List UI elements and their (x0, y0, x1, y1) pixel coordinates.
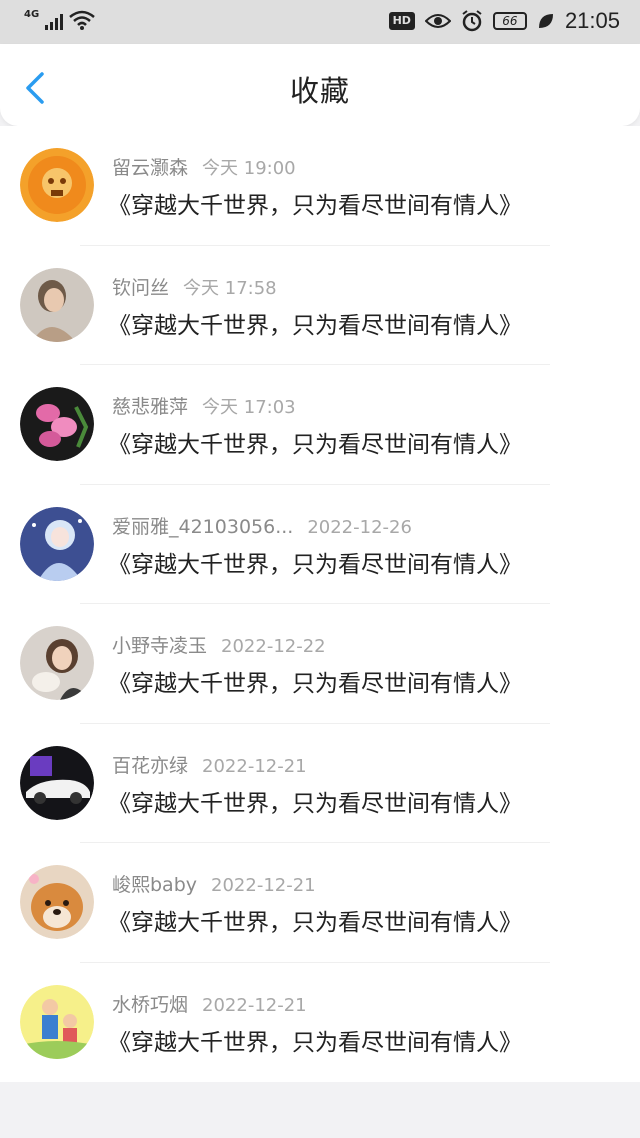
nav-header: 收藏 (0, 44, 640, 126)
wifi-icon (69, 10, 95, 30)
item-title: 《穿越大千世界，只为看尽世间有情人》 (108, 312, 522, 339)
list-item[interactable]: 峻熙baby 2022-12-21 《穿越大千世界，只为看尽世间有情人》 (0, 843, 640, 963)
item-date: 今天 17:58 (183, 277, 277, 299)
item-title: 《穿越大千世界，只为看尽世间有情人》 (108, 671, 522, 697)
network-type: 4G (24, 9, 40, 20)
author-name: 钦问丝 (112, 276, 170, 299)
author-name: 水桥巧烟 (112, 993, 189, 1016)
list-item[interactable]: 钦问丝 今天 17:58 《穿越大千世界，只为看尽世间有情人》 (0, 246, 640, 365)
alarm-icon (462, 10, 482, 32)
item-title: 《穿越大千世界，只为看尽世间有情人》 (108, 432, 522, 458)
author-name: 留云灏森 (112, 157, 189, 179)
item-meta: 爱丽雅_42103056... 2022-12-26 (112, 512, 412, 539)
signal-icon (45, 12, 64, 30)
avatar[interactable] (20, 984, 94, 1059)
list-item[interactable]: 小野寺凌玉 2022-12-22 《穿越大千世界，只为看尽世间有情人》 (0, 604, 640, 724)
item-meta: 百花亦绿 2022-12-21 (112, 751, 307, 778)
item-date: 今天 17:03 (202, 397, 296, 418)
item-date: 2022-12-26 (307, 516, 412, 538)
avatar[interactable] (20, 745, 94, 820)
item-meta: 小野寺凌玉 2022-12-22 (112, 631, 326, 658)
item-meta: 水桥巧烟 2022-12-21 (112, 990, 307, 1017)
list-item[interactable]: 水桥巧烟 2022-12-21 《穿越大千世界，只为看尽世间有情人》 (0, 963, 640, 1083)
item-date: 2022-12-21 (211, 875, 316, 896)
status-left: 4G (24, 10, 95, 30)
item-date: 2022-12-21 (202, 755, 307, 777)
author-name: 百花亦绿 (112, 754, 189, 777)
item-title: 《穿越大千世界，只为看尽世间有情人》 (108, 551, 522, 578)
avatar[interactable] (20, 148, 94, 222)
author-name: 小野寺凌玉 (112, 635, 208, 657)
item-meta: 峻熙baby 2022-12-21 (112, 870, 316, 897)
clock: 21:05 (564, 8, 620, 33)
item-title: 《穿越大千世界，只为看尽世间有情人》 (108, 790, 522, 817)
avatar[interactable] (20, 865, 94, 939)
avatar[interactable] (20, 626, 94, 700)
page-title: 收藏 (289, 74, 350, 108)
list-item[interactable]: 百花亦绿 2022-12-21 《穿越大千世界，只为看尽世间有情人》 (0, 724, 640, 843)
status-right: HD 66 21:05 (388, 8, 620, 34)
item-meta: 慈悲雅萍 今天 17:03 (112, 392, 296, 419)
avatar[interactable] (20, 387, 94, 461)
list-item[interactable]: 留云灏森 今天 19:00 《穿越大千世界，只为看尽世间有情人》 (0, 126, 640, 246)
author-name: 峻熙baby (112, 874, 198, 896)
item-date: 2022-12-22 (221, 636, 326, 657)
status-bar: 4G HD 66 21:05 (0, 0, 640, 44)
eye-icon (424, 14, 451, 28)
hd-icon: HD (388, 12, 415, 30)
list-item[interactable]: 慈悲雅萍 今天 17:03 《穿越大千世界，只为看尽世间有情人》 (0, 365, 640, 485)
avatar[interactable] (20, 267, 94, 342)
author-name: 爱丽雅_42103056... (112, 515, 294, 538)
item-date: 今天 19:00 (202, 158, 296, 179)
leaf-icon (538, 14, 553, 28)
author-name: 慈悲雅萍 (112, 396, 189, 418)
item-title: 《穿越大千世界，只为看尽世间有情人》 (108, 1029, 522, 1056)
item-meta: 钦问丝 今天 17:58 (112, 273, 277, 300)
item-meta: 留云灏森 今天 19:00 (112, 153, 296, 180)
item-title: 《穿越大千世界，只为看尽世间有情人》 (108, 193, 522, 219)
item-title: 《穿越大千世界，只为看尽世间有情人》 (108, 910, 522, 936)
item-date: 2022-12-21 (202, 994, 307, 1016)
favorites-list: 留云灏森 今天 19:00 《穿越大千世界，只为看尽世间有情人》 钦问丝 今天 17… (0, 126, 640, 1082)
list-item[interactable]: 爱丽雅_42103056... 2022-12-26 《穿越大千世界，只为看尽世间… (0, 485, 640, 604)
battery-icon: 66 (492, 12, 527, 30)
avatar[interactable] (20, 506, 94, 581)
